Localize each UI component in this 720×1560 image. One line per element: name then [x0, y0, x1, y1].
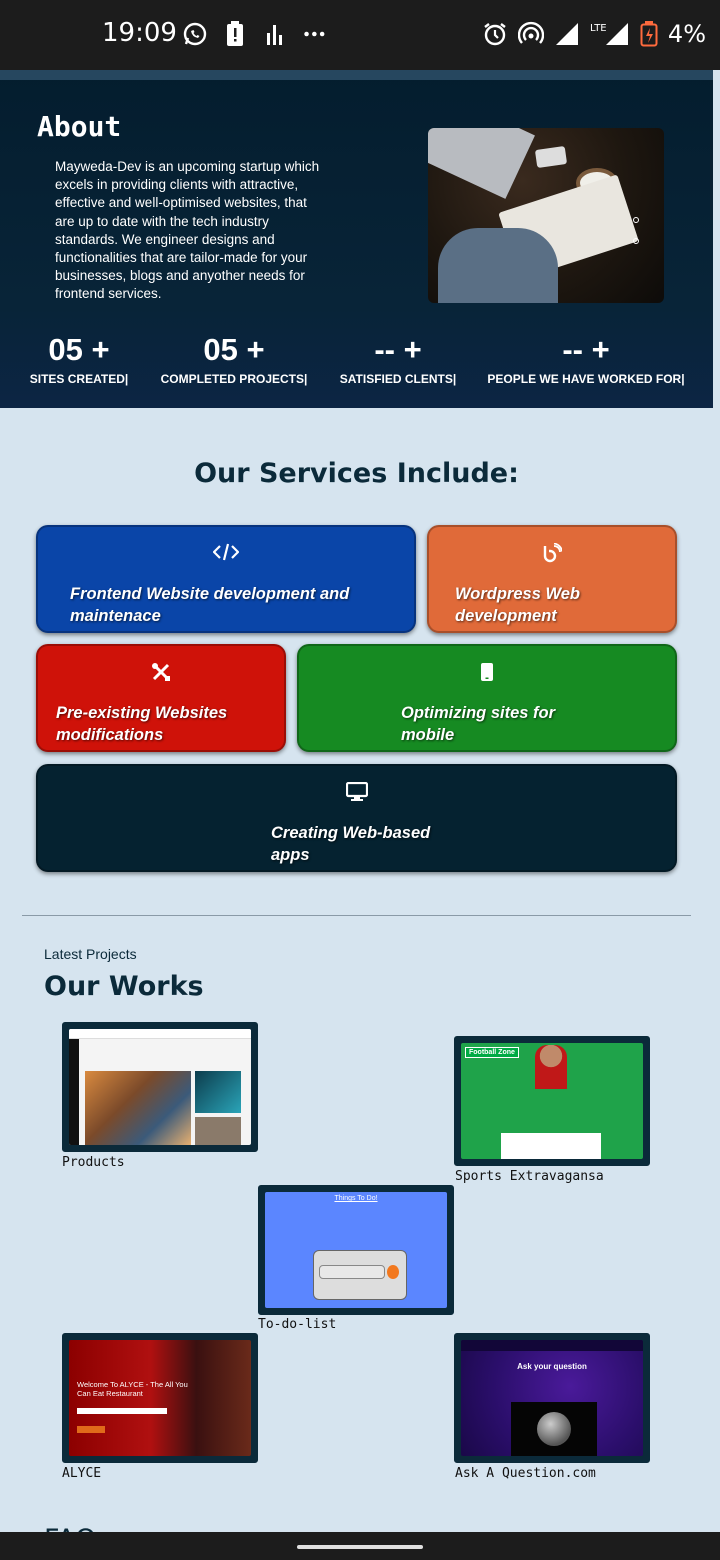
service-label: Creating Web-based apps	[271, 824, 431, 864]
service-card-wordpress[interactable]: Wordpress Web development	[427, 525, 677, 633]
thumb-table	[501, 1133, 601, 1159]
project-caption: To-do-list	[258, 1317, 337, 1332]
alarm-icon	[482, 21, 508, 47]
stat-completed-projects: 05 + COMPLETED PROJECTS|	[158, 332, 310, 386]
arm-shape	[438, 228, 558, 303]
thumb-image	[511, 1402, 597, 1456]
tools-icon	[38, 662, 284, 687]
service-label: Optimizing sites for mobile	[401, 704, 556, 744]
service-card-frontend[interactable]: Frontend Website development and mainten…	[36, 525, 416, 633]
thumb-image	[85, 1071, 191, 1145]
wordpress-icon	[429, 542, 675, 568]
hotspot-icon	[517, 21, 544, 47]
stat-label: COMPLETED PROJECTS|	[160, 372, 308, 386]
stat-label: SATISFIED CLENTS|	[339, 372, 457, 386]
desktop-icon	[38, 781, 675, 807]
thumb-image	[535, 1045, 567, 1089]
laptop-shape	[428, 128, 535, 199]
more-dots-icon	[302, 21, 328, 47]
svg-text:LTE: LTE	[590, 23, 607, 34]
service-card-web-apps[interactable]: Creating Web-based apps	[36, 764, 677, 872]
navigation-bar	[0, 1532, 720, 1560]
project-caption: Ask A Question.com	[455, 1466, 596, 1481]
thumb-header	[69, 1029, 251, 1039]
service-label: Pre-existing Websites modifications	[56, 704, 228, 744]
carousel-dot[interactable]	[633, 238, 639, 244]
services-title: Our Services Include:	[194, 458, 519, 489]
thumb-title: Ask your question	[517, 1362, 587, 1371]
project-thumb-ask[interactable]: Ask your question	[454, 1333, 650, 1463]
section-divider	[0, 70, 713, 80]
project-thumb-alyce[interactable]: Welcome To ALYCE - The All You Can Eat R…	[62, 1333, 258, 1463]
project-caption: Sports Extravagansa	[455, 1169, 604, 1184]
thumb-title: Welcome To ALYCE - The All You Can Eat R…	[77, 1380, 188, 1398]
status-time: 19:09	[102, 18, 177, 48]
service-label: Frontend Website development and mainten…	[70, 585, 350, 625]
lte-signal-icon: LTE	[590, 21, 630, 47]
thumb-title: Football Zone	[465, 1047, 519, 1058]
thumb-image	[195, 1071, 241, 1113]
service-card-modifications[interactable]: Pre-existing Websites modifications	[36, 644, 286, 752]
stat-label: PEOPLE WE HAVE WORKED FOR|	[487, 372, 685, 386]
stat-value: 05 +	[48, 332, 110, 367]
stat-sites-created: 05 + SITES CREATED|	[28, 332, 130, 386]
thumb-card	[313, 1250, 407, 1300]
code-icon	[38, 543, 414, 566]
phone-shape	[534, 145, 568, 168]
about-text: Mayweda-Dev is an upcoming startup which…	[55, 159, 320, 302]
thumb-button	[77, 1426, 105, 1433]
whatsapp-icon	[182, 21, 208, 47]
battery-low-icon	[640, 21, 658, 47]
service-label: Wordpress Web development	[455, 585, 580, 625]
project-thumb-sports[interactable]: Football Zone	[454, 1036, 650, 1166]
about-image	[428, 128, 664, 303]
home-gesture-handle[interactable]	[297, 1545, 423, 1549]
project-thumb-products[interactable]	[62, 1022, 258, 1152]
status-bar: 19:09 LTE 4%	[0, 0, 720, 70]
section-divider	[22, 915, 691, 916]
service-card-mobile[interactable]: Optimizing sites for mobile	[297, 644, 677, 752]
works-title: Our Works	[44, 971, 204, 1002]
stat-label: SITES CREATED|	[29, 372, 129, 386]
about-section: About Mayweda-Dev is an upcoming startup…	[0, 70, 713, 408]
battery-percent: 4%	[667, 20, 706, 48]
mobile-icon	[299, 662, 675, 687]
battery-alert-icon	[222, 21, 248, 47]
carousel-dot[interactable]	[633, 217, 639, 223]
thumb-title: Things To Do!	[334, 1195, 378, 1202]
about-title: About	[37, 110, 122, 143]
stat-value: 05 +	[203, 332, 265, 367]
project-caption: Products	[62, 1155, 125, 1170]
project-caption: ALYCE	[62, 1466, 102, 1481]
works-subtitle: Latest Projects	[44, 946, 137, 962]
stat-value: -- +	[562, 332, 610, 367]
cell-signal-icon	[554, 21, 580, 47]
project-thumb-todo[interactable]: Things To Do!	[258, 1185, 454, 1315]
stat-satisfied-clients: -- + SATISFIED CLENTS|	[336, 332, 460, 386]
next-section-title: FAQ	[44, 1524, 96, 1532]
thumb-input	[77, 1408, 167, 1414]
thumb-image	[195, 1117, 241, 1145]
signal-bars-icon	[262, 21, 288, 47]
stat-value: -- +	[374, 332, 422, 367]
stat-people-worked-for: -- + PEOPLE WE HAVE WORKED FOR|	[486, 332, 686, 386]
thumb-sidebar	[69, 1039, 79, 1145]
